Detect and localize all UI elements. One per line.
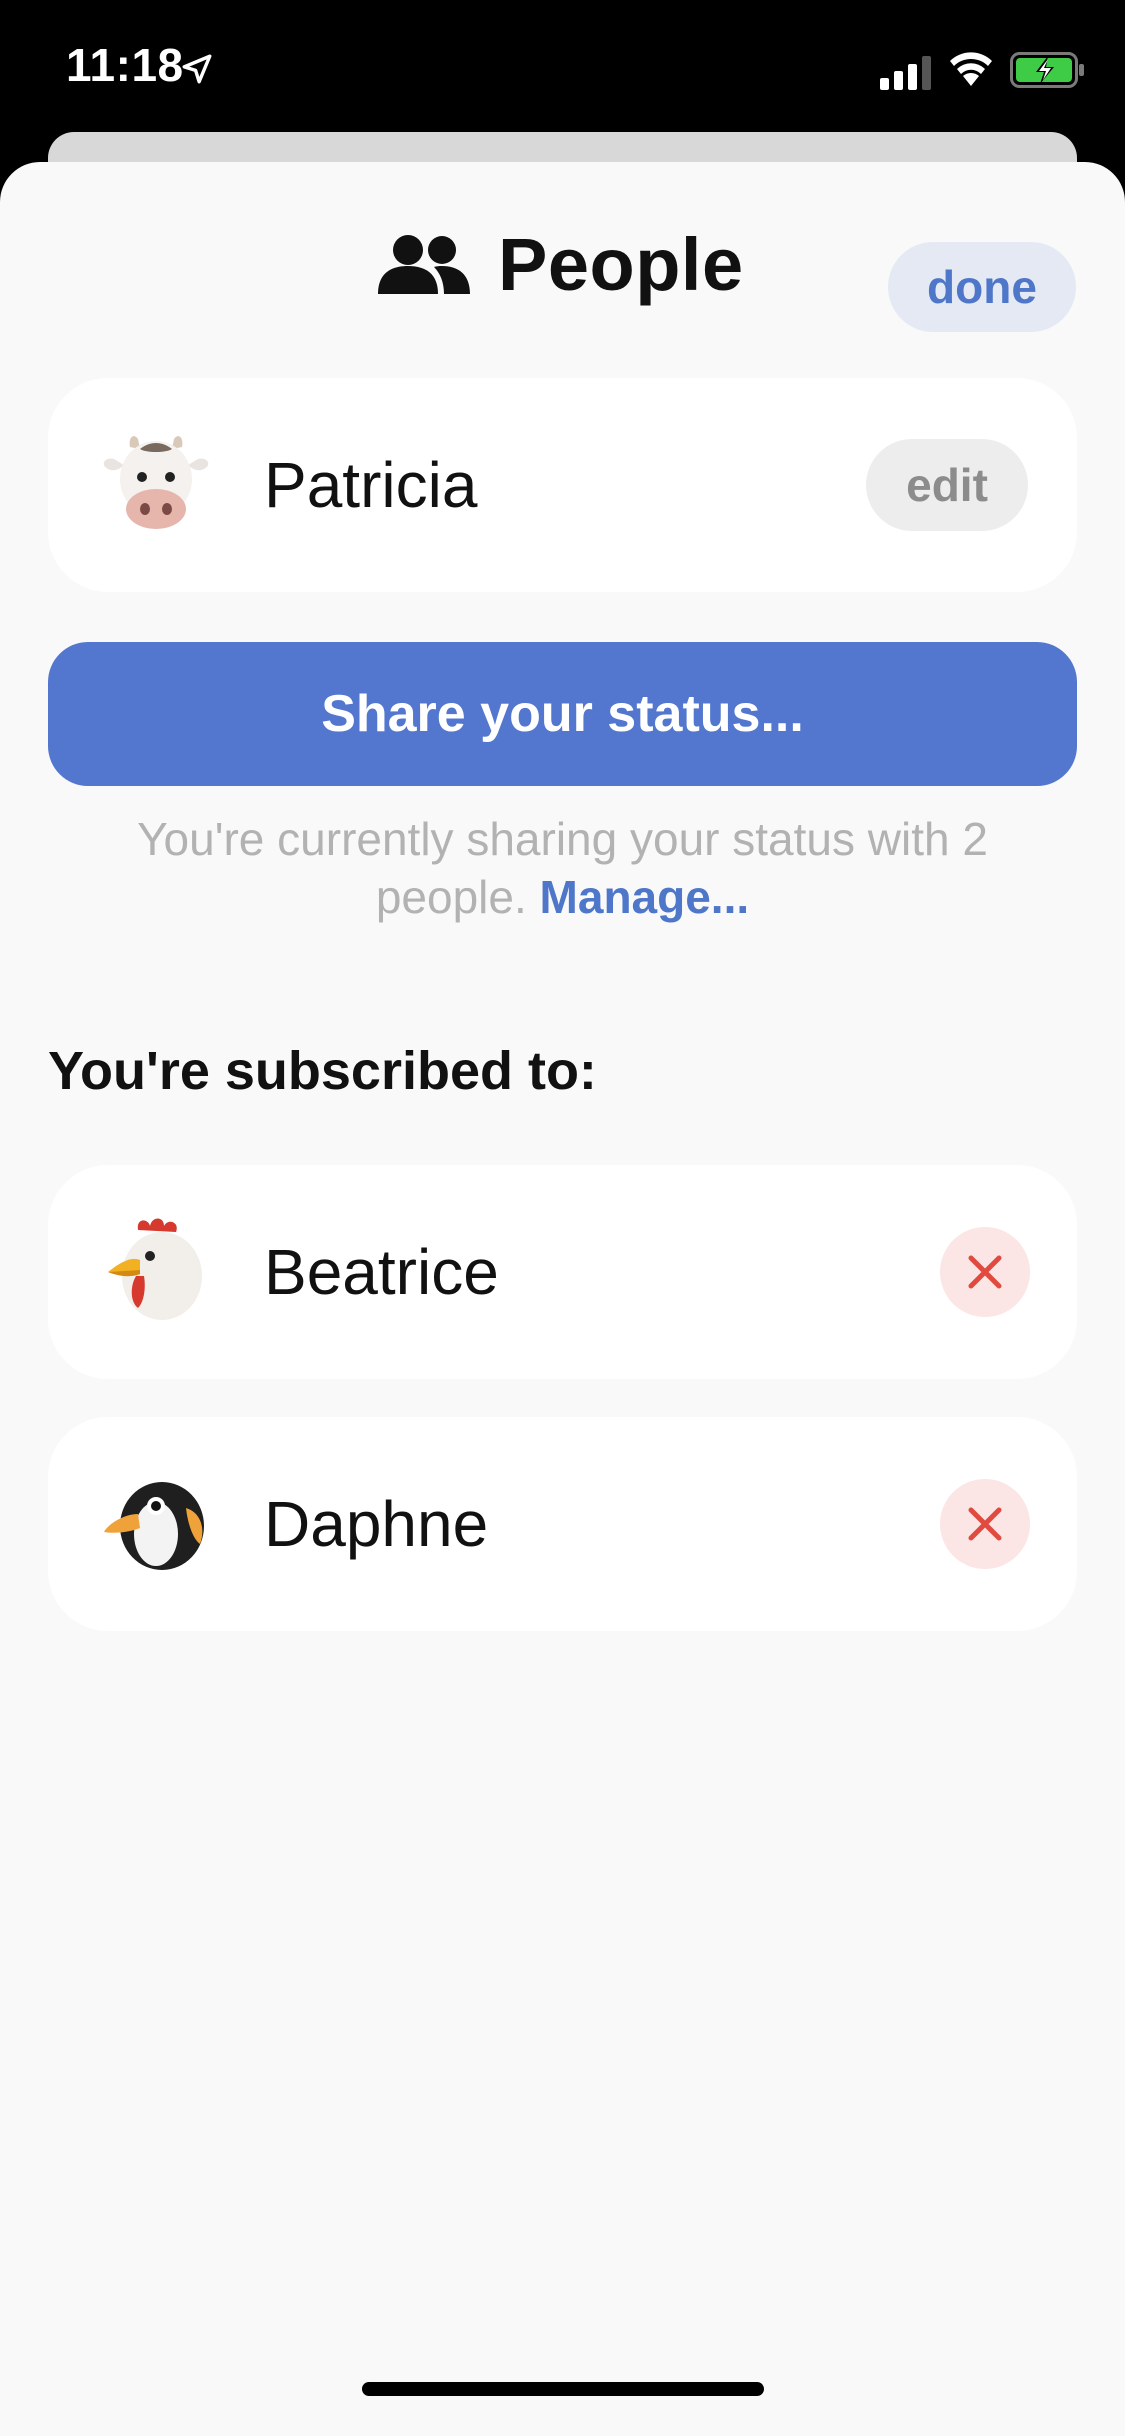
subscriptions-title: You're subscribed to: (48, 1041, 597, 1101)
status-bar: 11:18 (0, 0, 1125, 140)
sheet-header: People done (0, 202, 1125, 332)
penguin-avatar (104, 1482, 204, 1570)
close-icon (968, 1255, 1002, 1289)
edit-button[interactable]: edit (866, 439, 1028, 531)
home-indicator[interactable] (362, 2382, 764, 2396)
chicken-avatar (108, 1218, 202, 1320)
wifi-icon (950, 52, 992, 86)
manage-link[interactable]: Manage... (540, 871, 750, 923)
done-button[interactable]: done (888, 242, 1076, 332)
people-sheet: People done Patricia edit Share your sta… (0, 162, 1125, 2436)
remove-subscription-button[interactable] (940, 1479, 1030, 1569)
cellular-signal-icon (880, 56, 931, 90)
people-icon (378, 235, 470, 294)
close-icon (968, 1507, 1002, 1541)
sharing-note: You're currently sharing your status wit… (80, 810, 1045, 926)
profile-name: Patricia (264, 449, 478, 521)
location-arrow-icon (182, 54, 212, 84)
subscription-name: Daphne (264, 1488, 489, 1560)
profile-card: Patricia edit (48, 378, 1077, 592)
subscription-card: Beatrice (48, 1165, 1077, 1379)
subscription-name: Beatrice (264, 1236, 499, 1308)
share-status-button[interactable]: Share your status... (48, 642, 1077, 786)
title-group: People (378, 222, 744, 306)
page-title: People (498, 222, 744, 306)
remove-subscription-button[interactable] (940, 1227, 1030, 1317)
subscription-card: Daphne (48, 1417, 1077, 1631)
battery-charging-icon (1010, 52, 1084, 88)
status-time: 11:18 (66, 39, 184, 91)
cow-avatar (103, 436, 209, 529)
